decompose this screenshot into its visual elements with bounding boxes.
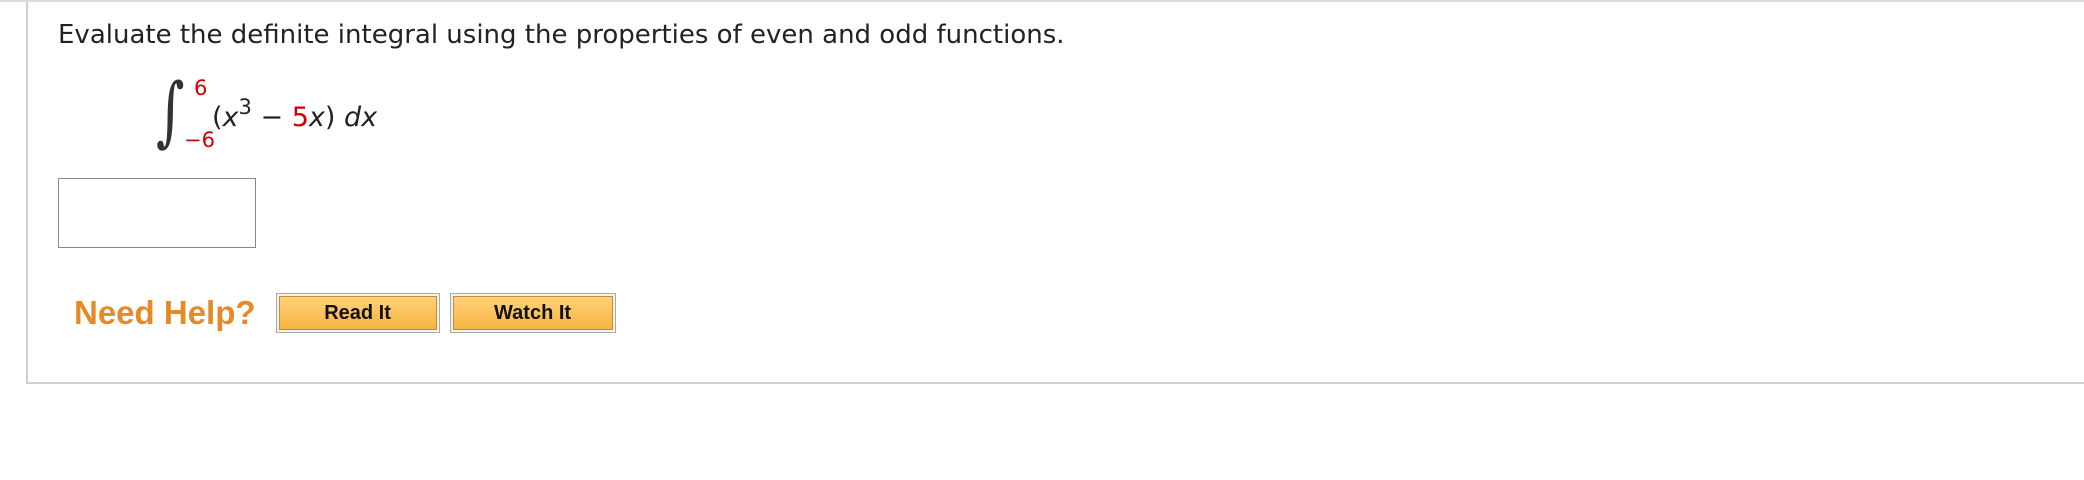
need-help-label: Need Help? <box>74 294 256 331</box>
integral-sign: ∫ <box>156 66 185 155</box>
variable-x-linear: x <box>308 102 325 133</box>
watch-it-button[interactable]: Watch It <box>449 293 616 333</box>
upper-limit: 6 <box>194 76 208 100</box>
question-prompt: Evaluate the definite integral using the… <box>58 20 1065 50</box>
read-it-button[interactable]: Read It <box>275 293 440 333</box>
lower-limit: −6 <box>184 128 215 152</box>
exponent: 3 <box>238 95 252 119</box>
integrand: (x3 − 5x) dx <box>212 95 378 133</box>
watch-it-label: Watch It <box>452 296 613 330</box>
question-panel: Evaluate the definite integral using the… <box>26 2 2084 384</box>
differential: dx <box>335 102 378 133</box>
integral-expression: ∫ 6 −6 (x3 − 5x) dx <box>156 66 556 162</box>
variable-x: x <box>222 102 239 133</box>
coefficient: 5 <box>291 102 309 133</box>
help-row: Need Help? Read It Watch It <box>74 288 626 338</box>
minus-sign: − <box>251 102 292 133</box>
answer-input[interactable] <box>59 179 255 247</box>
open-paren: ( <box>212 102 223 133</box>
answer-box[interactable] <box>58 178 256 248</box>
read-it-label: Read It <box>278 296 437 330</box>
close-paren: ) <box>324 102 336 133</box>
